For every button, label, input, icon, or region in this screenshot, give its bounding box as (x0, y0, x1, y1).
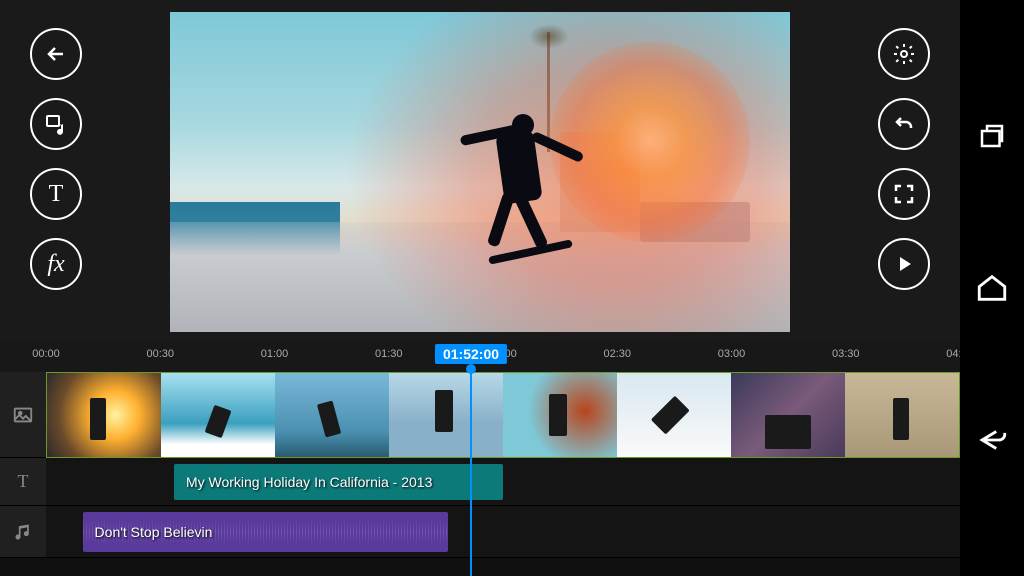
left-toolbar: T fx (0, 0, 120, 340)
clip-thumbnail (161, 373, 275, 457)
ruler-tick: 01:00 (261, 348, 289, 360)
text-track-body[interactable]: My Working Holiday In California - 2013 (46, 458, 960, 506)
clip-thumbnail (503, 373, 617, 457)
clip-thumbnail (275, 373, 389, 457)
text-track: T My Working Holiday In California - 201… (0, 458, 960, 506)
fullscreen-button[interactable] (878, 168, 930, 220)
home-icon (975, 271, 1009, 305)
back-button[interactable] (30, 28, 82, 80)
video-editor-app: T fx (0, 0, 960, 576)
audio-track-body[interactable]: Don't Stop Believin (46, 506, 960, 558)
video-clip[interactable] (275, 373, 389, 457)
title-clip-label: My Working Holiday In California - 2013 (186, 474, 432, 490)
undo-icon (892, 112, 916, 136)
preview-viewport[interactable] (120, 0, 840, 340)
music-icon (13, 522, 33, 542)
text-button[interactable]: T (30, 168, 82, 220)
video-track-body[interactable] (46, 372, 960, 458)
play-icon (892, 252, 916, 276)
video-clip[interactable] (161, 373, 275, 457)
right-toolbar (840, 0, 960, 340)
video-clip[interactable] (845, 373, 959, 457)
video-track-head[interactable] (0, 372, 46, 458)
text-track-head[interactable]: T (0, 458, 46, 506)
back-arrow-icon (975, 423, 1009, 457)
recents-button[interactable] (972, 116, 1012, 156)
audio-track-head[interactable] (0, 506, 46, 558)
preview-frame (170, 12, 790, 332)
video-clip[interactable] (617, 373, 731, 457)
home-button[interactable] (972, 268, 1012, 308)
undo-button[interactable] (878, 98, 930, 150)
ruler-tick: 02:30 (603, 348, 631, 360)
fx-icon: fx (47, 251, 64, 278)
clip-thumbnail (617, 373, 731, 457)
playhead-time: 01:52:00 (435, 344, 507, 364)
ruler-tick: 03:00 (718, 348, 746, 360)
system-nav-bar (960, 0, 1024, 576)
video-clip[interactable] (731, 373, 845, 457)
fx-button[interactable]: fx (30, 238, 82, 290)
ruler-tick: 01:30 (375, 348, 403, 360)
audio-clip[interactable]: Don't Stop Believin (83, 512, 449, 552)
gear-icon (892, 42, 916, 66)
ruler-tick: 00:30 (146, 348, 174, 360)
media-button[interactable] (30, 98, 82, 150)
audio-clip-label: Don't Stop Believin (95, 524, 213, 540)
title-clip[interactable]: My Working Holiday In California - 2013 (174, 464, 503, 500)
clip-thumbnail (845, 373, 959, 457)
audio-track: Don't Stop Believin (0, 506, 960, 558)
playhead[interactable] (470, 368, 472, 576)
preview-area: T fx (0, 0, 960, 340)
clip-thumbnail (389, 373, 503, 457)
video-track (0, 372, 960, 458)
fullscreen-icon (892, 182, 916, 206)
time-ruler[interactable]: 00:0000:3001:0001:3002:0002:3003:0003:30… (0, 340, 960, 372)
video-clip[interactable] (389, 373, 503, 457)
image-icon (12, 404, 34, 426)
back-nav-button[interactable] (972, 420, 1012, 460)
settings-button[interactable] (878, 28, 930, 80)
video-clip[interactable] (47, 373, 161, 457)
media-icon (44, 112, 68, 136)
recents-icon (977, 121, 1007, 151)
clip-thumbnail (47, 373, 161, 457)
ruler-tick: 03:30 (832, 348, 860, 360)
timeline: 00:0000:3001:0001:3002:0002:3003:0003:30… (0, 340, 960, 576)
text-t-icon: T (49, 181, 64, 208)
video-clip[interactable] (503, 373, 617, 457)
clip-thumbnail (731, 373, 845, 457)
arrow-left-icon (44, 42, 68, 66)
text-t-icon: T (18, 471, 29, 492)
play-button[interactable] (878, 238, 930, 290)
tracks: T My Working Holiday In California - 201… (0, 372, 960, 576)
playhead-knob[interactable] (466, 364, 476, 374)
ruler-tick: 00:00 (32, 348, 60, 360)
